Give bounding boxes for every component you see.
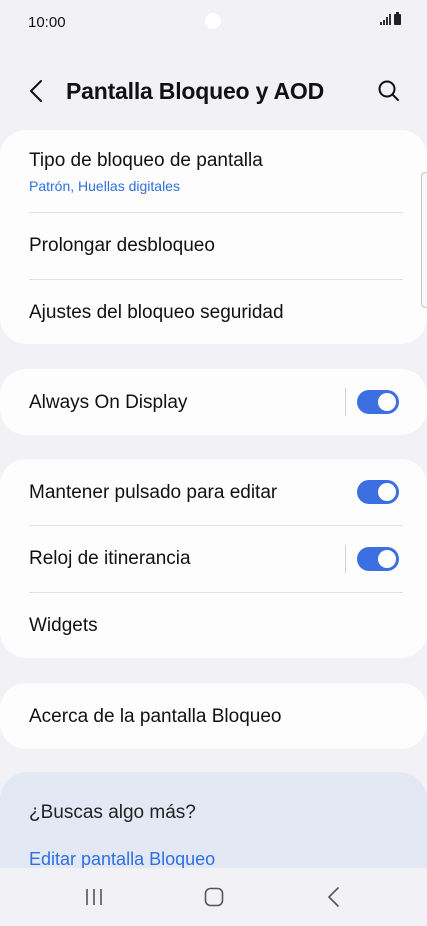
lock-type-value: Patrón, Huellas digitales <box>29 178 180 194</box>
vertical-separator <box>345 545 346 573</box>
secure-lock-settings-label: Ajustes del bloqueo seguridad <box>29 302 284 323</box>
aod-card: Always On Display <box>0 369 427 435</box>
recents-icon <box>86 889 102 905</box>
battery-icon <box>394 12 401 25</box>
navigation-bar <box>0 868 427 926</box>
home-button[interactable] <box>196 882 232 912</box>
status-time: 10:00 <box>28 14 66 31</box>
search-button[interactable] <box>374 76 404 106</box>
secure-lock-settings-item[interactable]: Ajustes del bloqueo seguridad <box>0 280 427 346</box>
chevron-left-icon <box>30 80 42 102</box>
edit-lock-screen-link[interactable]: Editar pantalla Bloqueo <box>29 849 215 870</box>
back-button[interactable] <box>22 76 52 106</box>
home-icon <box>204 887 224 907</box>
header: Pantalla Bloqueo y AOD <box>0 62 427 122</box>
hold-to-edit-toggle[interactable] <box>357 480 399 504</box>
toggle-knob <box>378 550 396 568</box>
search-icon <box>378 80 399 101</box>
aod-toggle[interactable] <box>357 390 399 414</box>
extend-unlock-label: Prolongar desbloqueo <box>29 235 215 256</box>
lock-type-label: Tipo de bloqueo de pantalla <box>29 150 263 171</box>
page-title: Pantalla Bloqueo y AOD <box>66 78 325 104</box>
signal-icon <box>380 14 391 25</box>
edit-settings-card: Mantener pulsado para editar Reloj de it… <box>0 459 427 658</box>
roaming-clock-toggle[interactable] <box>357 547 399 571</box>
extend-unlock-item[interactable]: Prolongar desbloqueo <box>0 213 427 279</box>
lock-type-item[interactable]: Tipo de bloqueo de pantalla Patrón, Huel… <box>0 130 427 212</box>
suggestions-title: ¿Buscas algo más? <box>29 802 196 823</box>
status-icons <box>380 12 401 25</box>
recents-button[interactable] <box>76 882 112 912</box>
toggle-knob <box>378 483 396 501</box>
status-bar: 10:00 <box>0 0 427 46</box>
aod-item[interactable]: Always On Display <box>0 369 427 435</box>
vertical-separator <box>345 388 346 416</box>
widgets-item[interactable]: Widgets <box>0 593 427 659</box>
aod-label: Always On Display <box>29 392 188 413</box>
camera-cutout <box>205 13 221 29</box>
nav-back-icon <box>328 887 339 907</box>
roaming-clock-label: Reloj de itinerancia <box>29 548 191 569</box>
hold-to-edit-label: Mantener pulsado para editar <box>29 482 278 503</box>
hold-to-edit-item[interactable]: Mantener pulsado para editar <box>0 459 427 525</box>
widgets-label: Widgets <box>29 615 98 636</box>
roaming-clock-item[interactable]: Reloj de itinerancia <box>0 526 427 592</box>
about-lock-screen-label: Acerca de la pantalla Bloqueo <box>29 706 282 727</box>
scroll-indicator[interactable] <box>421 172 427 308</box>
toggle-knob <box>378 393 396 411</box>
lock-settings-card: Tipo de bloqueo de pantalla Patrón, Huel… <box>0 130 427 344</box>
about-lock-screen-item[interactable]: Acerca de la pantalla Bloqueo <box>0 683 427 749</box>
about-card: Acerca de la pantalla Bloqueo <box>0 683 427 749</box>
nav-back-button[interactable] <box>316 882 352 912</box>
